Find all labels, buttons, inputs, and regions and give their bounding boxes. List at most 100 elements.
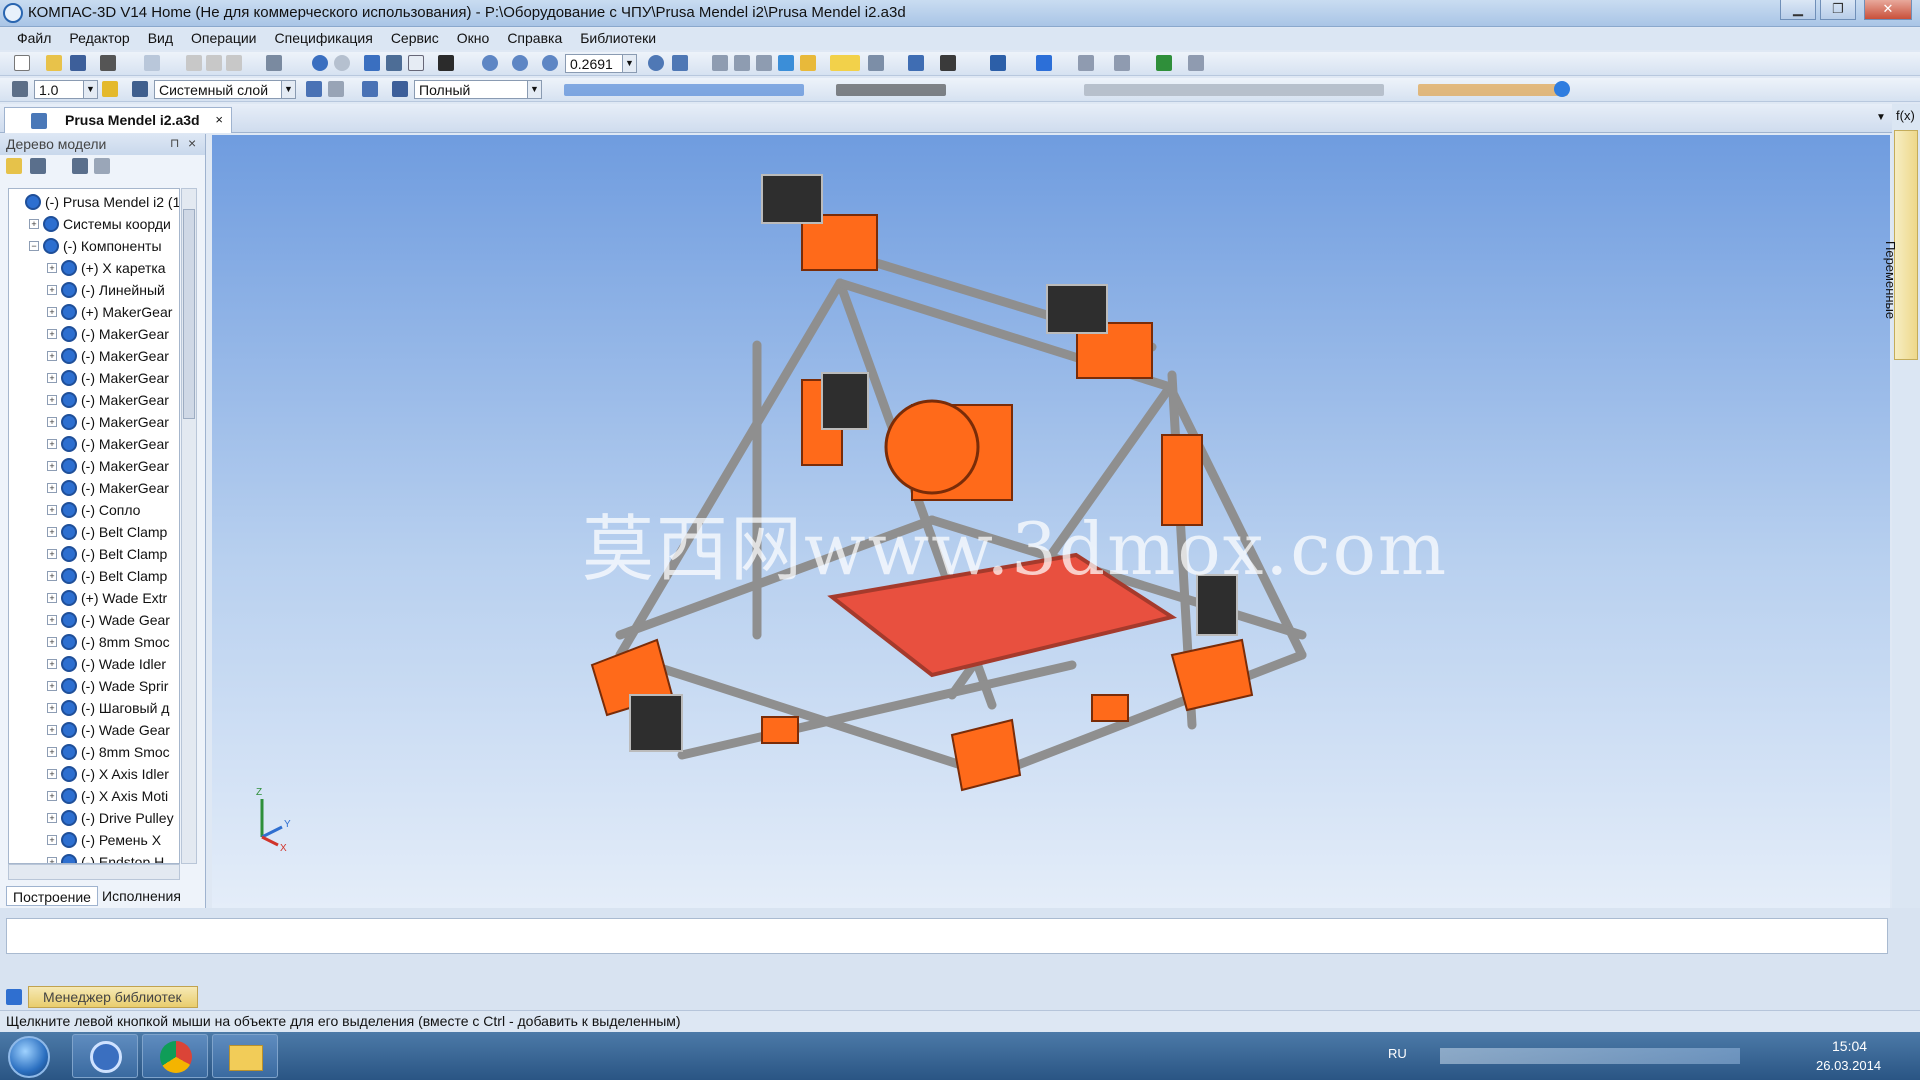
view-mode-select[interactable]: Полный ▼ bbox=[414, 80, 542, 99]
print-icon[interactable] bbox=[100, 55, 116, 71]
tree-item[interactable]: + (-) 8mm Smoc bbox=[9, 741, 179, 763]
layer-icon[interactable] bbox=[132, 81, 148, 97]
menu-specification[interactable]: Спецификация bbox=[266, 28, 382, 48]
spec-icon[interactable] bbox=[1078, 55, 1094, 71]
tree-expander-icon[interactable]: + bbox=[47, 439, 57, 449]
tree-sort-icon[interactable] bbox=[94, 158, 110, 174]
tree-item[interactable]: + (-) Belt Clamp bbox=[9, 565, 179, 587]
save-icon[interactable] bbox=[70, 55, 86, 71]
tree-expander-icon[interactable]: + bbox=[47, 593, 57, 603]
tree-expander-icon[interactable]: + bbox=[47, 329, 57, 339]
tree-item[interactable]: + (-) Belt Clamp bbox=[9, 521, 179, 543]
paste-icon[interactable] bbox=[226, 55, 242, 71]
variables-tab[interactable]: Переменные bbox=[1883, 130, 1918, 360]
tab-build[interactable]: Построение bbox=[6, 886, 98, 906]
chrome-taskbar-button[interactable] bbox=[142, 1034, 208, 1078]
tree-expander-icon[interactable]: + bbox=[47, 703, 57, 713]
zoom-scale-icon[interactable] bbox=[542, 55, 558, 71]
scroll-thumb[interactable] bbox=[183, 209, 195, 419]
restore-button[interactable]: ❐ bbox=[1820, 0, 1856, 20]
tree-expander-icon[interactable]: + bbox=[47, 351, 57, 361]
shaded-icon[interactable] bbox=[778, 55, 794, 71]
tree-item[interactable]: + (-) Belt Clamp bbox=[9, 543, 179, 565]
menu-help[interactable]: Справка bbox=[498, 28, 571, 48]
tray-icons-group[interactable] bbox=[1440, 1048, 1740, 1064]
help-icon[interactable] bbox=[1554, 81, 1570, 97]
tree-item[interactable]: + Системы коорди bbox=[9, 213, 179, 235]
tree-item[interactable]: + (-) Wade Idler bbox=[9, 653, 179, 675]
tree-expander-icon[interactable]: + bbox=[47, 857, 57, 863]
pin-icon[interactable]: ⊓ bbox=[170, 136, 179, 150]
tree-item[interactable]: + (-) Wade Gear bbox=[9, 719, 179, 741]
tree-item[interactable]: + (-) Сопло bbox=[9, 499, 179, 521]
tree-item[interactable]: + (-) Линейный bbox=[9, 279, 179, 301]
snap-icon[interactable] bbox=[102, 81, 118, 97]
tree-expander-icon[interactable]: + bbox=[29, 219, 39, 229]
tree-horizontal-scrollbar[interactable] bbox=[8, 864, 180, 880]
tree-expander-icon[interactable]: + bbox=[47, 527, 57, 537]
tree-expander-icon[interactable]: + bbox=[47, 791, 57, 801]
tree-item[interactable]: + (-) Ремень X bbox=[9, 829, 179, 851]
thin-lines-icon[interactable] bbox=[756, 55, 772, 71]
rotate-icon[interactable] bbox=[648, 55, 664, 71]
tree-expander-icon[interactable]: + bbox=[47, 769, 57, 779]
tree-item[interactable]: + (-) MakerGear bbox=[9, 367, 179, 389]
tree-item[interactable]: + (-) Endstop H bbox=[9, 851, 179, 863]
tree-vertical-scrollbar[interactable] bbox=[181, 188, 197, 864]
tree-expander-icon[interactable]: + bbox=[47, 747, 57, 757]
kompas-taskbar-button[interactable] bbox=[72, 1034, 138, 1078]
operations-icons-group[interactable] bbox=[564, 84, 804, 96]
copy-icon[interactable] bbox=[206, 55, 222, 71]
tree-item[interactable]: + (-) X Axis Idler bbox=[9, 763, 179, 785]
tree-item[interactable]: + (-) X Axis Moti bbox=[9, 785, 179, 807]
menu-file[interactable]: Файл bbox=[8, 28, 60, 48]
insert-component-icon[interactable] bbox=[1036, 55, 1052, 71]
variables-icon[interactable] bbox=[386, 55, 402, 71]
tree-expander-icon[interactable]: + bbox=[47, 417, 57, 427]
tree-item[interactable]: + (-) MakerGear bbox=[9, 455, 179, 477]
dimension-icon[interactable] bbox=[1188, 55, 1204, 71]
library-manager-button[interactable]: Менеджер библиотек bbox=[28, 986, 198, 1008]
menu-operations[interactable]: Операции bbox=[182, 28, 266, 48]
edit-icon[interactable] bbox=[328, 81, 344, 97]
tree-expander-icon[interactable]: + bbox=[47, 505, 57, 515]
tree-display-icon[interactable] bbox=[72, 158, 88, 174]
manager-icon[interactable] bbox=[364, 55, 380, 71]
panel-close-icon[interactable]: × bbox=[188, 135, 196, 151]
undo-icon[interactable] bbox=[312, 55, 328, 71]
selection-mode-icon[interactable] bbox=[868, 55, 884, 71]
clock-date[interactable]: 26.03.2014 bbox=[1816, 1058, 1881, 1073]
tree-expander-icon[interactable]: + bbox=[47, 373, 57, 383]
new-document-icon[interactable] bbox=[14, 55, 30, 71]
language-indicator[interactable]: RU bbox=[1388, 1046, 1407, 1061]
assembly-icons-group[interactable] bbox=[836, 84, 946, 96]
clock-time[interactable]: 15:04 bbox=[1832, 1038, 1867, 1054]
mode-icon[interactable] bbox=[392, 81, 408, 97]
menu-editor[interactable]: Редактор bbox=[60, 28, 138, 48]
help-pointer-icon[interactable] bbox=[438, 55, 454, 71]
3d-viewport[interactable]: 莫西网www.3dmox.com Z Y X bbox=[212, 135, 1890, 908]
tree-item[interactable]: (-) Prusa Mendel i2 (1 bbox=[9, 191, 179, 213]
preview-icon[interactable] bbox=[144, 55, 160, 71]
tree-item[interactable]: + (-) Wade Gear bbox=[9, 609, 179, 631]
redo-icon[interactable] bbox=[334, 55, 350, 71]
tree-item[interactable]: + (-) MakerGear bbox=[9, 345, 179, 367]
zoom-window-icon[interactable] bbox=[482, 55, 498, 71]
tree-mode-icon[interactable] bbox=[6, 158, 22, 174]
tree-expander-icon[interactable]: + bbox=[47, 571, 57, 581]
coordinate-system-icon[interactable] bbox=[12, 81, 28, 97]
tree-expander-icon[interactable]: + bbox=[47, 483, 57, 493]
tree-expander-icon[interactable]: + bbox=[47, 835, 57, 845]
explorer-taskbar-button[interactable] bbox=[212, 1034, 278, 1078]
tree-expander-icon[interactable]: + bbox=[47, 637, 57, 647]
tree-item[interactable]: + (-) Wade Sprir bbox=[9, 675, 179, 697]
export-icon[interactable] bbox=[1156, 55, 1172, 71]
open-folder-icon[interactable] bbox=[46, 55, 62, 71]
hidden-lines-icon[interactable] bbox=[734, 55, 750, 71]
report-icon[interactable] bbox=[1114, 55, 1130, 71]
tree-expander-icon[interactable]: + bbox=[47, 659, 57, 669]
tree-item[interactable]: + (+) X каретка bbox=[9, 257, 179, 279]
tab-list-chevron-icon[interactable]: ▼ bbox=[1876, 112, 1886, 123]
tree-item[interactable]: + (-) 8mm Smoc bbox=[9, 631, 179, 653]
zoom-fit-icon[interactable] bbox=[512, 55, 528, 71]
